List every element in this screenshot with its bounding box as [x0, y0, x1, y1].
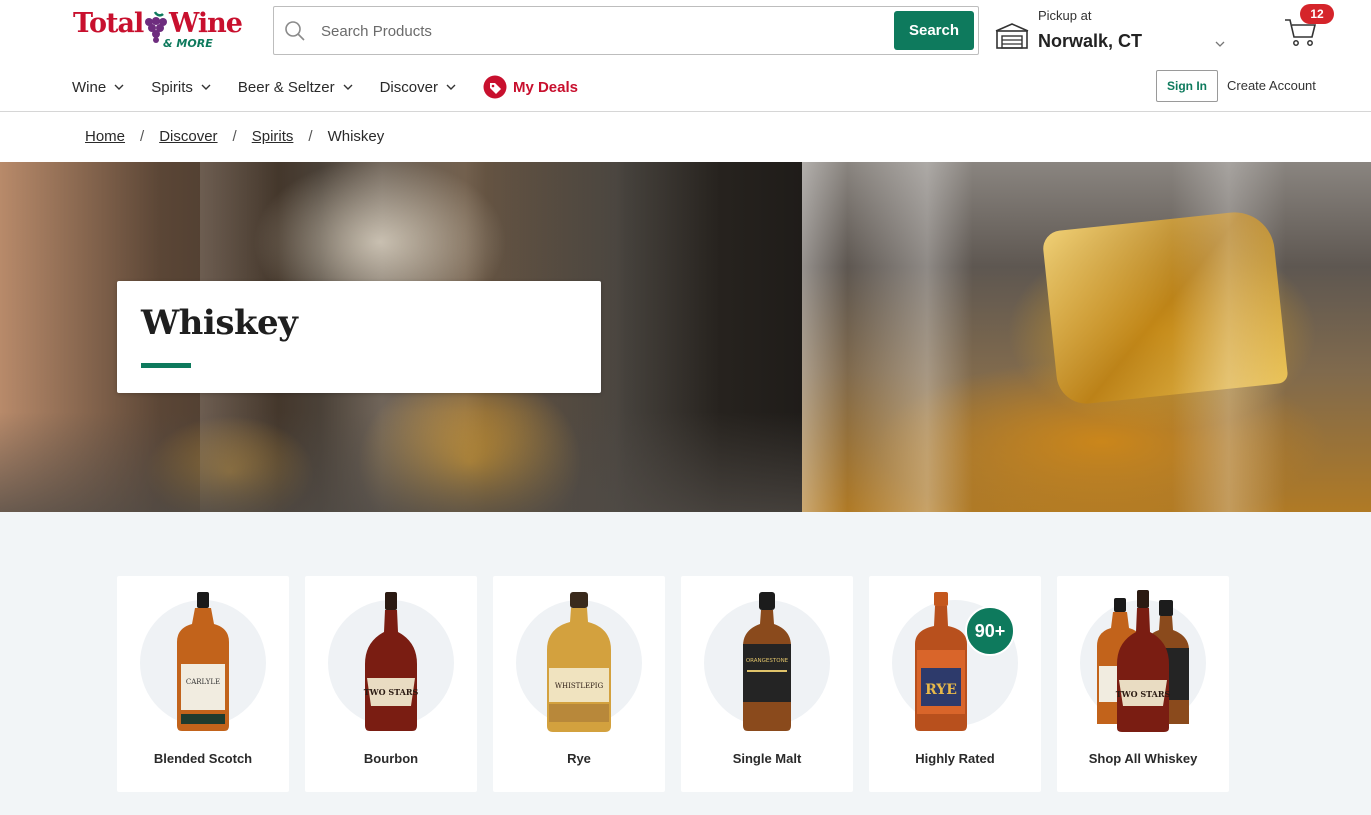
store-name: Norwalk, CT [1038, 31, 1143, 51]
page-title: Whiskey [141, 303, 298, 343]
hero-glass-reflection [802, 162, 1371, 512]
store-selector[interactable]: Pickup at Norwalk, CT [994, 6, 1234, 56]
category-label: Bourbon [363, 751, 419, 766]
search-bar: Search [273, 6, 979, 55]
category-label: Highly Rated [915, 751, 995, 766]
breadcrumb-home[interactable]: Home [85, 128, 125, 145]
logo-text-total: Total [73, 8, 144, 39]
search-icon [285, 21, 305, 41]
nav-item-label: Discover [379, 78, 438, 96]
hero-title-card: Whiskey [117, 281, 601, 393]
total-wine-logo[interactable]: Total Wine & MORE [73, 8, 248, 52]
category-card-blended-scotch[interactable]: CARLYLE Blended Scotch [117, 576, 289, 792]
nav-item-label: Spirits [151, 78, 193, 96]
bottle-label-text: CARLYLE [186, 678, 220, 686]
bottle-image: RYE [915, 592, 967, 731]
bottle-group-image: TWO STARS [1097, 590, 1189, 732]
bottle-label-text: TWO STARS [1116, 689, 1171, 699]
nav-item-label: Beer & Seltzer [237, 78, 335, 96]
category-label: Rye [567, 751, 591, 766]
chevron-down-icon [201, 84, 211, 90]
hero-banner: Whiskey [0, 162, 1371, 512]
bottle-label-text: TWO STARS [364, 687, 419, 697]
bottle-label-text: RYE [925, 682, 957, 698]
category-card-highly-rated[interactable]: RYE 90+ Highly Rated [869, 576, 1041, 792]
nav-item-beer-seltzer[interactable]: Beer & Seltzer [238, 72, 353, 102]
store-icon [995, 23, 1029, 49]
breadcrumb-separator: / [232, 128, 237, 145]
chevron-down-icon [114, 84, 124, 90]
logo-text-more: & MORE [163, 37, 213, 50]
bottle-label-text: ORANGESTONE [746, 658, 789, 664]
category-card-shop-all-whiskey[interactable]: TWO STARS Shop All Whiskey [1057, 576, 1229, 792]
nav-item-my-deals[interactable]: My Deals [483, 75, 578, 99]
bottle-image: ORANGESTONE [743, 592, 791, 731]
category-card-rye[interactable]: WHISTLEPIG Rye [493, 576, 665, 792]
breadcrumb: Home / Discover / Spirits / Whiskey [85, 128, 384, 145]
breadcrumb-spirits[interactable]: Spirits [252, 128, 294, 145]
search-input[interactable] [321, 17, 881, 45]
category-card-bourbon[interactable]: TWO STARS Bourbon [305, 576, 477, 792]
breadcrumb-separator: / [140, 128, 145, 145]
breadcrumb-separator: / [308, 128, 313, 145]
nav-item-wine[interactable]: Wine [72, 72, 124, 102]
bottle-label-text: WHISTLEPIG [555, 682, 604, 690]
bottle-image: CARLYLE [177, 592, 229, 731]
search-button[interactable]: Search [894, 11, 974, 50]
nav-item-spirits[interactable]: Spirits [151, 72, 211, 102]
title-underline [141, 363, 191, 368]
main-nav: Wine Spirits Beer & Seltzer Discover My … [72, 72, 578, 102]
nav-item-discover[interactable]: Discover [380, 72, 456, 102]
category-card-single-malt[interactable]: ORANGESTONE Single Malt [681, 576, 853, 792]
sign-in-button[interactable]: Sign In [1156, 70, 1218, 102]
chevron-down-icon [343, 84, 353, 90]
cart-count-badge: 12 [1300, 4, 1334, 24]
rating-badge: 90+ [965, 606, 1015, 656]
logo-text-wine: Wine [169, 8, 243, 39]
breadcrumb-current: Whiskey [327, 128, 385, 145]
chevron-down-icon [1215, 41, 1225, 47]
cart-button[interactable]: 12 [1284, 4, 1334, 50]
bottle-image: TWO STARS [364, 592, 419, 731]
pickup-label: Pickup at [1038, 8, 1092, 23]
my-deals-label: My Deals [512, 78, 578, 96]
create-account-link[interactable]: Create Account [1227, 78, 1316, 93]
category-label: Single Malt [732, 751, 802, 766]
category-section: CARLYLE Blended Scotch TWO STARS Bourbon… [0, 512, 1371, 815]
hero-table-shadow [0, 412, 802, 512]
chevron-down-icon [446, 84, 456, 90]
deal-tag-icon [483, 75, 507, 99]
breadcrumb-discover[interactable]: Discover [159, 128, 217, 145]
site-header: Total Wine & MORE Search Pickup at Norwa… [0, 0, 1371, 112]
category-label: Shop All Whiskey [1088, 751, 1198, 766]
bottle-image: WHISTLEPIG [547, 592, 611, 732]
nav-item-label: Wine [72, 78, 107, 96]
category-label: Blended Scotch [153, 751, 253, 766]
